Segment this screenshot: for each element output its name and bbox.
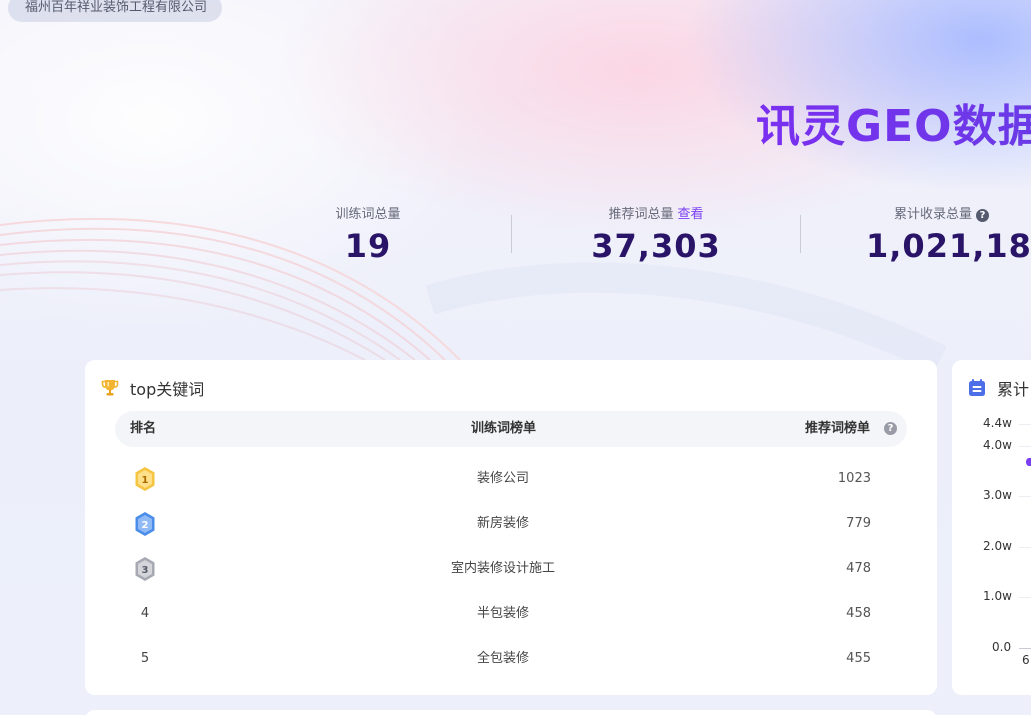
top-keywords-header: top关键词 (100, 376, 204, 400)
keyword-text: 新房装修 (476, 516, 530, 531)
stat-recommend-value: 37,303 (591, 227, 721, 265)
grid-line (1019, 446, 1031, 447)
grid-line (1019, 597, 1031, 598)
column-recommend-list: 推荐词榜单 (805, 421, 871, 436)
column-training-list: 训练词榜单 (471, 421, 537, 436)
recommend-count: 458 (846, 606, 871, 621)
grid-line (1019, 496, 1031, 497)
stat-recommend-total: 推荐词总量 查看 37,303 (586, 203, 726, 265)
gold-medal-icon: 1 (135, 467, 155, 491)
keyword-text: 全包装修 (476, 651, 530, 666)
y-tick-label: 3.0w (983, 488, 1012, 502)
calendar-icon (969, 379, 985, 396)
stat-training-total: 训练词总量 19 (318, 203, 418, 265)
rank-number: 4 (140, 606, 150, 621)
stat-divider (800, 215, 801, 253)
table-row: 3 室内装修设计施工 478 (85, 546, 935, 591)
stat-collected-total: 累计收录总量? 1,021,186 (866, 203, 1031, 265)
data-point (1026, 458, 1031, 466)
help-icon[interactable]: ? (976, 209, 990, 222)
stat-training-value: 19 (344, 227, 392, 265)
top-keywords-card: top关键词 排名 训练词榜单 推荐词榜单 ? 1 装修公司 1023 2 新房… (85, 360, 937, 695)
y-tick-label: 1.0w (983, 589, 1012, 603)
stat-training-label: 训练词总量 (335, 207, 401, 222)
recommend-count: 478 (846, 561, 871, 576)
view-recommend-link[interactable]: 查看 (678, 207, 704, 222)
cumulative-title: 累计 (997, 380, 1030, 399)
stat-collected-value: 1,021,186 (866, 227, 1031, 265)
x-axis-line (1019, 648, 1031, 649)
stat-divider (511, 215, 512, 253)
rank-number: 5 (140, 651, 150, 666)
cumulative-header: 累计 (967, 376, 1029, 400)
keyword-text: 半包装修 (476, 606, 530, 621)
recommend-count: 455 (846, 651, 871, 666)
column-rank: 排名 (130, 421, 157, 436)
table-header: 排名 训练词榜单 推荐词榜单 ? (115, 411, 907, 447)
x-tick-label: 6 (1022, 653, 1030, 667)
table-row: 5 全包装修 455 (85, 636, 935, 681)
next-card-edge (85, 710, 937, 715)
page-title: 讯灵GEO数据 (756, 90, 1031, 154)
y-tick-label: 4.4w (983, 416, 1012, 430)
table-row: 4 半包装修 458 (85, 591, 935, 636)
y-tick-label: 2.0w (983, 539, 1012, 553)
stat-recommend-label: 推荐词总量 (608, 207, 674, 222)
grid-line (1019, 424, 1031, 425)
silver-medal-icon: 3 (135, 557, 155, 581)
stat-collected-label: 累计收录总量 (894, 207, 973, 222)
top-keywords-title: top关键词 (130, 380, 205, 399)
medal-rank-text: 2 (142, 520, 149, 531)
recommend-count: 779 (846, 516, 871, 531)
trophy-icon (101, 380, 119, 396)
grid-line (1019, 547, 1031, 548)
medal-rank-text: 3 (142, 565, 149, 576)
keyword-text: 装修公司 (476, 471, 530, 486)
medal-rank-text: 1 (142, 475, 149, 486)
recommend-count: 1023 (837, 471, 871, 486)
help-icon[interactable]: ? (884, 422, 897, 435)
keyword-text: 室内装修设计施工 (450, 561, 556, 576)
table-row: 1 装修公司 1023 (85, 456, 935, 501)
y-tick-label: 4.0w (983, 438, 1012, 452)
y-tick-label: 0.0 (992, 640, 1012, 654)
table-row: 2 新房装修 779 (85, 501, 935, 546)
company-name-tag: 福州百年祥业装饰工程有限公司 (8, 0, 223, 22)
blue-medal-icon: 2 (135, 512, 155, 536)
